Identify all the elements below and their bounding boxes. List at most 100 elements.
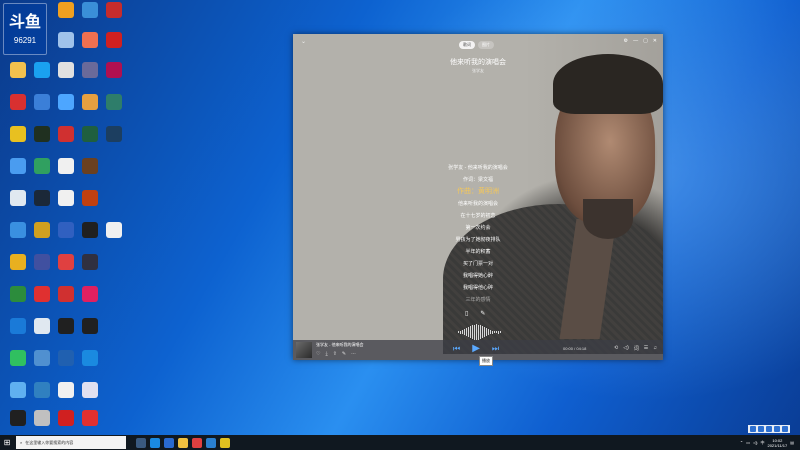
desktop-icon[interactable] bbox=[100, 126, 128, 156]
tray-chevron-icon[interactable]: ⌃ bbox=[740, 440, 743, 445]
visualizer-bar bbox=[470, 326, 471, 338]
desktop-icon[interactable] bbox=[100, 94, 128, 124]
desktop-icon[interactable] bbox=[76, 254, 104, 284]
quality-icon[interactable]: ♫ bbox=[653, 345, 657, 352]
explorer-icon[interactable] bbox=[178, 437, 188, 448]
tab-lyrics[interactable]: 歌词 bbox=[459, 41, 475, 49]
desktop-icon[interactable] bbox=[100, 2, 128, 32]
tab-pictures[interactable]: 图片 bbox=[478, 41, 494, 49]
tray-icon-3[interactable] bbox=[766, 426, 772, 432]
visualizer-bar bbox=[458, 331, 459, 333]
desktop-app-icon bbox=[58, 158, 74, 174]
visualizer-bar bbox=[464, 329, 465, 335]
desktop-icon[interactable] bbox=[76, 158, 104, 188]
desktop-app-icon bbox=[10, 254, 26, 270]
desktop-app-icon bbox=[106, 2, 122, 18]
minimize-button[interactable]: — bbox=[633, 38, 638, 44]
desktop-icon[interactable] bbox=[100, 32, 128, 62]
tray-overflow bbox=[748, 425, 790, 433]
music-app-icon[interactable] bbox=[206, 437, 216, 448]
visualizer-bar bbox=[500, 331, 501, 333]
lyric-tools: ▯ ✎ bbox=[465, 310, 485, 317]
start-icon[interactable]: ⊞ bbox=[0, 435, 14, 450]
desktop-app-icon bbox=[10, 158, 26, 174]
close-button[interactable]: ✕ bbox=[653, 38, 657, 44]
desktop-app-icon bbox=[58, 254, 74, 270]
desktop-app-icon bbox=[82, 32, 98, 48]
lyric-line: 他来听我的演唱会 bbox=[457, 201, 498, 207]
desktop-app-icon bbox=[82, 158, 98, 174]
tray-icon-5[interactable] bbox=[782, 426, 788, 432]
next-icon[interactable]: ⏭ bbox=[492, 344, 499, 354]
lyrics-toggle-icon[interactable]: 词 bbox=[634, 345, 639, 352]
tray-icon-2[interactable] bbox=[758, 426, 764, 432]
collapse-icon[interactable]: ⌄ bbox=[301, 38, 306, 45]
lyric-line: 买了门票一对 bbox=[462, 261, 493, 267]
share-icon[interactable]: ⇪ bbox=[333, 351, 337, 357]
desktop-app-icon bbox=[58, 190, 74, 206]
desktop-app-icon bbox=[34, 158, 50, 174]
song-artist[interactable]: 张学友 bbox=[293, 68, 663, 74]
desktop-icon[interactable] bbox=[76, 190, 104, 220]
settings-icon[interactable]: ⚙ bbox=[624, 38, 628, 44]
desktop-icon[interactable] bbox=[76, 382, 104, 412]
badge-title: 斗鱼 bbox=[8, 13, 41, 31]
taskbar-search[interactable]: ⌕ 在这里输入你要搜索的内容 bbox=[16, 436, 126, 449]
visualizer-bar bbox=[478, 324, 479, 340]
comment-icon[interactable]: ✎ bbox=[342, 351, 346, 357]
clock-date: 2021/11/17 bbox=[767, 442, 788, 448]
desktop-icon[interactable] bbox=[52, 32, 80, 62]
volume-icon[interactable]: ◁) bbox=[623, 345, 629, 352]
visualizer-bar bbox=[482, 326, 483, 338]
volume-tray-icon[interactable]: ◁) bbox=[753, 440, 757, 445]
tray-icon-4[interactable] bbox=[774, 426, 780, 432]
desktop-app-icon bbox=[34, 190, 50, 206]
more-icon[interactable]: ⋯ bbox=[351, 351, 356, 357]
playlist-icon[interactable]: ☰ bbox=[644, 345, 648, 352]
download-icon[interactable]: ⤓ bbox=[325, 351, 327, 357]
ime-icon[interactable]: 中 bbox=[760, 440, 764, 446]
desktop-app-icon bbox=[34, 350, 50, 366]
lyric-line: 男孩为了她彻夜排队 bbox=[455, 237, 501, 243]
song-actions: ♡ ⤓ ⇪ ✎ ⋯ bbox=[316, 351, 356, 357]
desktop-app-icon bbox=[58, 286, 74, 302]
tray-icon-1[interactable] bbox=[750, 426, 756, 432]
audio-visualizer bbox=[458, 322, 518, 342]
store-icon[interactable] bbox=[164, 437, 174, 448]
desktop-icon[interactable] bbox=[100, 62, 128, 92]
network-icon[interactable]: ▭ bbox=[746, 440, 750, 445]
lyric-line: 半年的积蓄 bbox=[465, 249, 491, 255]
edge-icon[interactable] bbox=[150, 437, 160, 448]
search-icon: ⌕ bbox=[20, 440, 23, 445]
douyu-badge[interactable]: 斗鱼 96291 bbox=[3, 3, 47, 55]
now-playing-text[interactable]: 张学友 - 他来听我的演唱会 bbox=[316, 342, 364, 348]
desktop-app-icon bbox=[34, 318, 50, 334]
desktop-app-icon bbox=[106, 222, 122, 238]
desktop-app-icon bbox=[58, 222, 74, 238]
desktop-icon[interactable] bbox=[100, 222, 128, 252]
app-icon-2[interactable] bbox=[220, 437, 230, 448]
play-icon[interactable]: ▶ bbox=[472, 343, 480, 354]
clock[interactable]: 10:02 2021/11/17 bbox=[767, 438, 787, 448]
like-icon[interactable]: ♡ bbox=[316, 351, 320, 357]
lyric-line: 张学友 - 他来听我的演唱会 bbox=[448, 165, 508, 171]
desktop-icon[interactable] bbox=[76, 286, 104, 316]
lyric-edit-icon[interactable]: ✎ bbox=[480, 310, 485, 317]
maximize-button[interactable]: ▢ bbox=[643, 38, 648, 44]
view-tabs: 歌词 图片 bbox=[459, 41, 494, 49]
loop-icon[interactable]: ⟲ bbox=[614, 345, 618, 352]
album-cover[interactable] bbox=[296, 342, 312, 358]
desktop-app-icon bbox=[82, 94, 98, 110]
notification-icon[interactable]: ▤ bbox=[790, 440, 794, 445]
visualizer-bar bbox=[490, 330, 491, 334]
desktop-icon[interactable] bbox=[76, 350, 104, 380]
desktop-app-icon bbox=[82, 126, 98, 142]
task-view-icon[interactable] bbox=[136, 437, 146, 448]
window-controls: ⚙ — ▢ ✕ bbox=[624, 38, 657, 44]
desktop-app-icon bbox=[10, 222, 26, 238]
previous-icon[interactable]: ⏮ bbox=[453, 344, 460, 354]
desktop-icon[interactable] bbox=[76, 318, 104, 348]
visualizer-bar bbox=[462, 330, 463, 334]
app-icon-1[interactable] bbox=[192, 437, 202, 448]
lyric-copy-icon[interactable]: ▯ bbox=[465, 310, 468, 317]
